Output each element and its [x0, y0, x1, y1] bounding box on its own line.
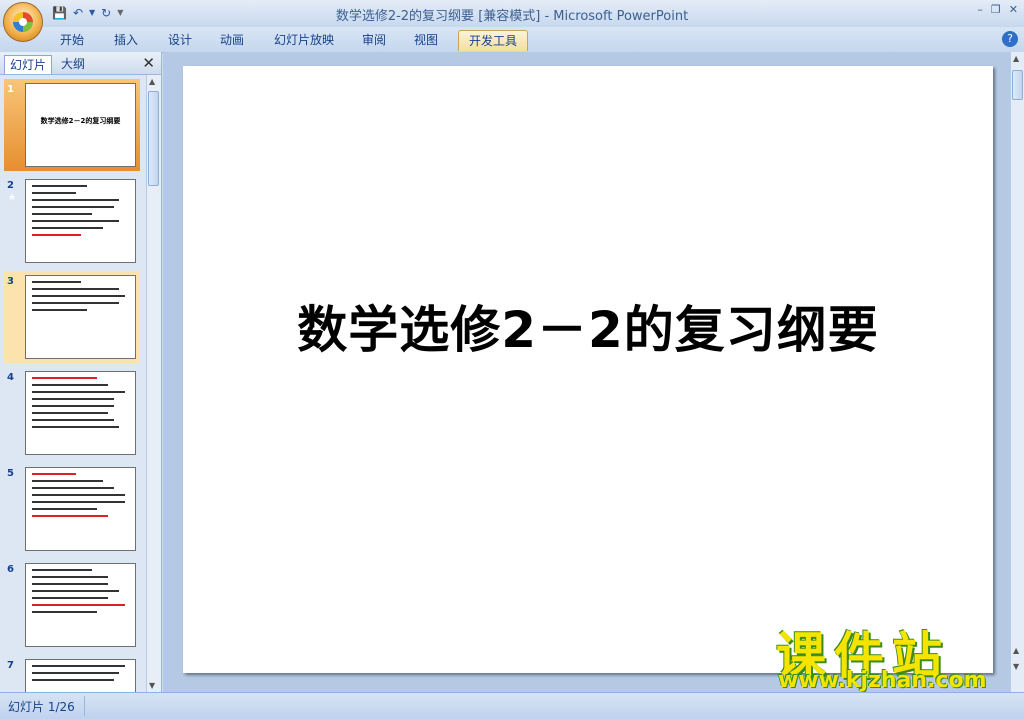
- slide-number: 5: [7, 468, 14, 479]
- slide-number: 6: [7, 564, 14, 575]
- slide-preview: [25, 371, 136, 455]
- slides-pane: 幻灯片 大纲 ✕ 1 数学选修2－2的复习纲要 2 ★ 3 4 5 6 7 ▲ …: [0, 52, 162, 692]
- tab-outline[interactable]: 大纲: [56, 55, 90, 73]
- slide-thumbnail-5[interactable]: 5: [4, 463, 140, 555]
- help-icon[interactable]: ?: [1002, 31, 1018, 47]
- scrollbar-thumb[interactable]: [1012, 70, 1023, 100]
- pane-tabs: 幻灯片 大纲 ✕: [0, 52, 161, 75]
- window-controls: – ❐ ✕: [977, 3, 1018, 16]
- slide-preview: 数学选修2－2的复习纲要: [25, 83, 136, 167]
- slide-thumbnail-4[interactable]: 4: [4, 367, 140, 459]
- title-bar: 💾 ↶ ▼ ↻ ▼ 数学选修2-2的复习纲要 [兼容模式] - Microsof…: [0, 0, 1024, 27]
- current-slide[interactable]: 数学选修2－2的复习纲要: [183, 66, 993, 673]
- slide-preview: [25, 179, 136, 263]
- slide-thumbnail-2[interactable]: 2 ★: [4, 175, 140, 267]
- slide-preview-title: 数学选修2－2的复习纲要: [40, 117, 121, 125]
- restore-icon[interactable]: ❐: [991, 3, 1001, 16]
- slide-thumbnails: 1 数学选修2－2的复习纲要 2 ★ 3 4 5 6 7: [0, 75, 146, 692]
- tab-animations[interactable]: 动画: [212, 30, 252, 50]
- slide-preview: [25, 467, 136, 551]
- minimize-icon[interactable]: –: [977, 3, 983, 16]
- window-title: 数学选修2-2的复习纲要 [兼容模式] - Microsoft PowerPoi…: [335, 9, 689, 24]
- slide-number: 7: [7, 660, 14, 671]
- tab-developer[interactable]: 开发工具: [458, 30, 528, 51]
- tab-design[interactable]: 设计: [160, 30, 200, 50]
- editor-scrollbar[interactable]: ▲ ▲ ▼: [1010, 52, 1024, 692]
- slide-thumbnail-6[interactable]: 6: [4, 559, 140, 651]
- tab-view[interactable]: 视图: [406, 30, 446, 50]
- slide-number: 4: [7, 372, 14, 383]
- tab-home[interactable]: 开始: [52, 30, 92, 50]
- slide-thumbnail-1[interactable]: 1 数学选修2－2的复习纲要: [4, 79, 140, 171]
- slide-preview: [25, 275, 136, 359]
- scroll-up-icon[interactable]: ▲: [1013, 54, 1019, 63]
- slide-editor: 数学选修2－2的复习纲要: [163, 52, 1024, 692]
- office-button[interactable]: [3, 2, 43, 42]
- close-window-icon[interactable]: ✕: [1009, 3, 1018, 16]
- previous-slide-icon[interactable]: ▲: [1013, 646, 1019, 655]
- animation-icon: ★: [8, 193, 17, 203]
- ribbon-tabs: 开始 插入 设计 动画 幻灯片放映 审阅 视图 开发工具 ?: [0, 27, 1024, 53]
- watermark-logo: 课件站 www.kjzhan.com: [770, 616, 1010, 696]
- close-icon[interactable]: ✕: [142, 54, 155, 72]
- tab-slides[interactable]: 幻灯片: [4, 55, 53, 74]
- slide-number: 2: [7, 180, 14, 191]
- tab-insert[interactable]: 插入: [106, 30, 146, 50]
- slide-thumbnail-7[interactable]: 7: [4, 655, 140, 692]
- scroll-down-icon[interactable]: ▼: [149, 681, 155, 690]
- slide-title[interactable]: 数学选修2－2的复习纲要: [183, 290, 993, 362]
- slide-number: 3: [7, 276, 14, 287]
- tab-slideshow[interactable]: 幻灯片放映: [266, 30, 342, 50]
- slide-thumbnail-3[interactable]: 3: [4, 271, 140, 363]
- status-bar: 幻灯片 1/26: [0, 692, 1024, 719]
- slide-number: 1: [7, 84, 14, 95]
- slide-counter: 幻灯片 1/26: [8, 700, 75, 714]
- slide-preview: [25, 563, 136, 647]
- office-logo-icon: [13, 12, 33, 32]
- status-divider: [84, 696, 85, 716]
- scroll-up-icon[interactable]: ▲: [149, 77, 155, 86]
- thumbnail-scrollbar[interactable]: ▲ ▼: [146, 75, 161, 692]
- tab-review[interactable]: 审阅: [354, 30, 394, 50]
- next-slide-icon[interactable]: ▼: [1013, 662, 1019, 671]
- slide-preview: [25, 659, 136, 692]
- scrollbar-thumb[interactable]: [148, 91, 159, 186]
- watermark-url: www.kjzhan.com: [778, 668, 987, 693]
